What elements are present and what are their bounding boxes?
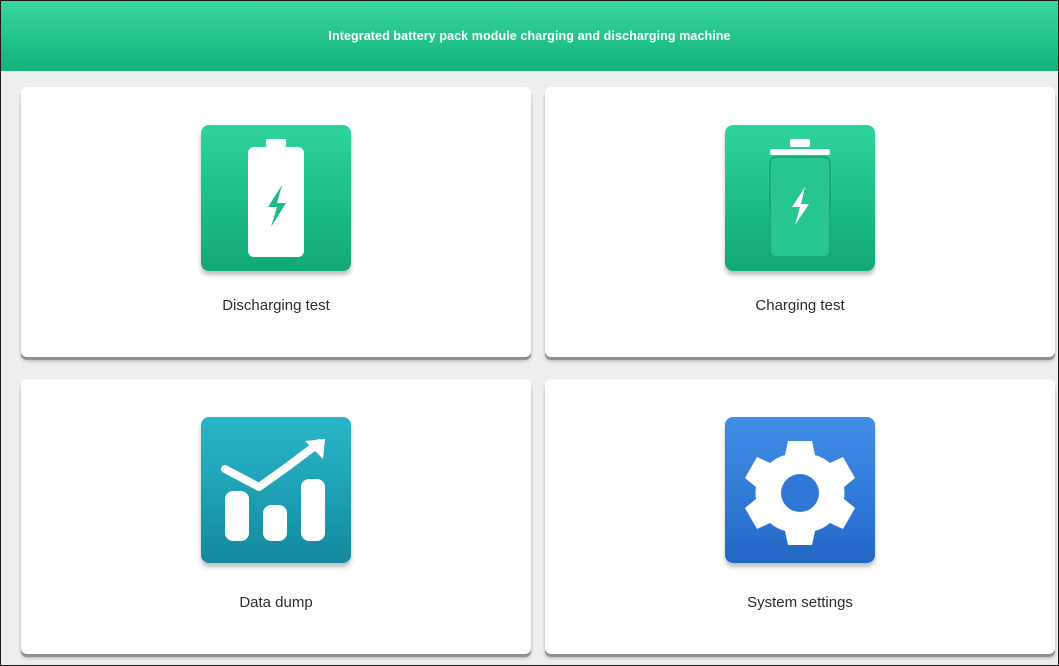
- gear-graphic: [745, 441, 855, 545]
- data-dump-tile[interactable]: Data dump: [21, 379, 531, 654]
- chart-trend-graphic: [221, 439, 325, 541]
- title-bar: Integrated battery pack module charging …: [1, 1, 1058, 71]
- tile-label: Charging test: [755, 297, 845, 314]
- battery-charge-graphic: [769, 139, 831, 258]
- app-window: Integrated battery pack module charging …: [0, 0, 1059, 666]
- chart-trend-icon[interactable]: [201, 417, 351, 563]
- system-settings-tile[interactable]: System settings: [545, 379, 1055, 654]
- battery-discharge-graphic: [248, 139, 304, 257]
- discharging-test-tile[interactable]: Discharging test: [21, 87, 531, 357]
- tile-label: System settings: [747, 594, 853, 611]
- gear-icon[interactable]: [725, 417, 875, 563]
- tile-label: Discharging test: [222, 297, 330, 314]
- page-title: Integrated battery pack module charging …: [328, 29, 731, 43]
- tile-label: Data dump: [239, 594, 313, 611]
- charging-test-tile[interactable]: Charging test: [545, 87, 1055, 357]
- battery-charge-icon[interactable]: [725, 125, 875, 271]
- battery-discharge-icon[interactable]: [201, 125, 351, 271]
